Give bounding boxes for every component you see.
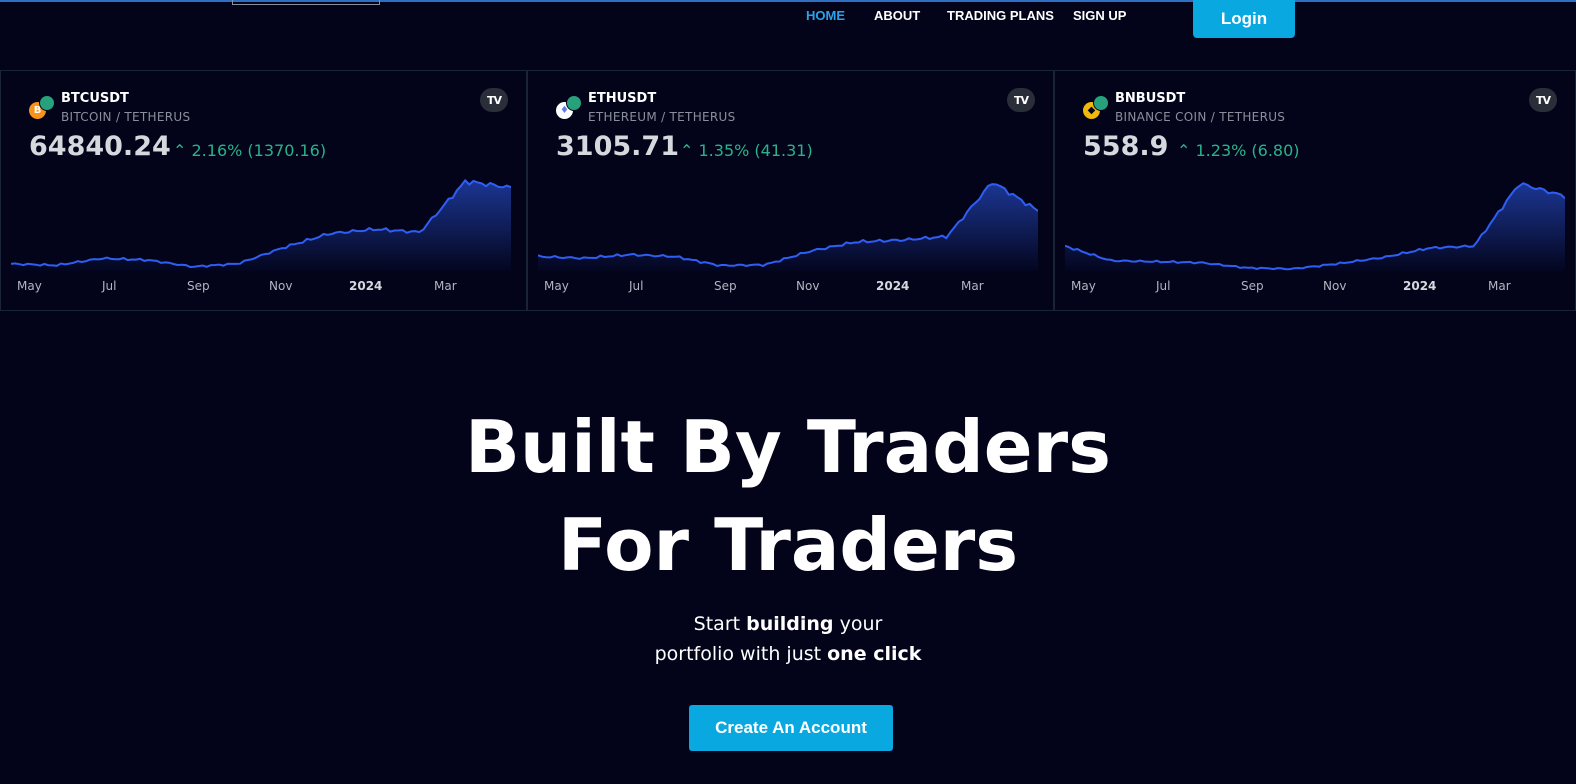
x-tick-label: Sep	[1241, 279, 1264, 293]
hero-sub-text: Start	[693, 613, 747, 635]
chart-area-fill	[1065, 183, 1565, 271]
ticker-change: ⌃ 2.16% (1370.16)	[173, 141, 326, 160]
nav-trading-plans[interactable]: TRADING PLANS	[947, 8, 1054, 23]
hero-sub-text: your	[833, 613, 883, 635]
hero-subtitle: Start building your portfolio with just …	[0, 609, 1576, 669]
up-arrow-icon: ⌃	[680, 141, 694, 160]
x-tick-label: Jul	[1156, 279, 1171, 293]
ticker-card-eth[interactable]: ♦ ETHUSDT ETHEREUM / TETHERUS 3105.71 ⌃ …	[527, 70, 1054, 311]
x-tick-label: Mar	[961, 279, 984, 293]
x-tick-label: 2024	[1403, 279, 1437, 293]
x-tick-label: Mar	[1488, 279, 1511, 293]
ticker-description: ETHEREUM / TETHERUS	[588, 110, 736, 124]
ticker-symbol[interactable]: ETHUSDT	[588, 91, 656, 106]
x-tick-label: Nov	[269, 279, 293, 293]
ticker-symbol[interactable]: BTCUSDT	[61, 91, 129, 106]
x-tick-label: Nov	[796, 279, 820, 293]
ticker-description: BINANCE COIN / TETHERUS	[1115, 110, 1286, 124]
price-chart	[1065, 182, 1565, 271]
ticker-change: ⌃ 1.23% (6.80)	[1177, 141, 1300, 160]
x-tick-label: Nov	[1323, 279, 1347, 293]
x-tick-label: Sep	[714, 279, 737, 293]
x-tick-label: Sep	[187, 279, 210, 293]
up-arrow-icon: ⌃	[173, 141, 187, 160]
tradingview-logo-icon[interactable]: TV	[1007, 88, 1035, 112]
ticker-description: BITCOIN / TETHERUS	[61, 110, 191, 124]
ticker-card-btc[interactable]: B BTCUSDT BITCOIN / TETHERUS 64840.24 ⌃ …	[0, 70, 527, 311]
hero-sub-bold: building	[746, 613, 834, 635]
ticker-card-bnb[interactable]: ◆ BNBUSDT BINANCE COIN / TETHERUS 558.9 …	[1054, 70, 1576, 311]
x-tick-label: Mar	[434, 279, 457, 293]
hero-sub-text: portfolio with just	[654, 643, 828, 665]
x-tick-label: Jul	[629, 279, 644, 293]
login-button[interactable]: Login	[1193, 0, 1295, 38]
ticker-price: 3105.71	[556, 131, 679, 162]
ticker-change: ⌃ 1.35% (41.31)	[680, 141, 813, 160]
ticker-price: 64840.24	[29, 131, 171, 162]
tether-icon	[1093, 95, 1109, 111]
hero-title: Built By Traders For Traders	[0, 398, 1576, 594]
tradingview-logo-icon[interactable]: TV	[1529, 88, 1557, 112]
bitcoin-icon: B	[29, 95, 55, 121]
price-chart	[11, 178, 511, 271]
nav-home[interactable]: HOME	[806, 8, 845, 23]
tradingview-logo-icon[interactable]: TV	[480, 88, 508, 112]
hero-title-line2: For Traders	[557, 503, 1019, 587]
x-tick-label: 2024	[876, 279, 910, 293]
nav-about[interactable]: ABOUT	[874, 8, 920, 23]
x-tick-label: May	[1071, 279, 1096, 293]
x-tick-label: May	[17, 279, 42, 293]
x-tick-label: Jul	[102, 279, 117, 293]
hero-sub-bold: one click	[827, 643, 922, 665]
tether-icon	[39, 95, 55, 111]
tether-icon	[566, 95, 582, 111]
hero-title-line1: Built By Traders	[465, 405, 1111, 489]
ticker-change-value: 1.23% (6.80)	[1195, 141, 1300, 160]
ticker-change-value: 2.16% (1370.16)	[191, 141, 327, 160]
up-arrow-icon: ⌃	[1177, 141, 1191, 160]
ethereum-icon: ♦	[556, 95, 582, 121]
binance-coin-icon: ◆	[1083, 95, 1109, 121]
top-navigation: HOME ABOUT TRADING PLANS SIGN UP Login	[0, 0, 1576, 40]
price-chart	[538, 183, 1038, 271]
chart-area-fill	[11, 180, 511, 271]
x-tick-label: May	[544, 279, 569, 293]
ticker-symbol[interactable]: BNBUSDT	[1115, 91, 1185, 106]
x-tick-label: 2024	[349, 279, 383, 293]
ticker-change-value: 1.35% (41.31)	[698, 141, 813, 160]
nav-sign-up[interactable]: SIGN UP	[1073, 8, 1126, 23]
ticker-tape: B BTCUSDT BITCOIN / TETHERUS 64840.24 ⌃ …	[0, 70, 1576, 311]
create-account-button[interactable]: Create An Account	[689, 705, 893, 751]
ticker-price: 558.9	[1083, 131, 1169, 162]
